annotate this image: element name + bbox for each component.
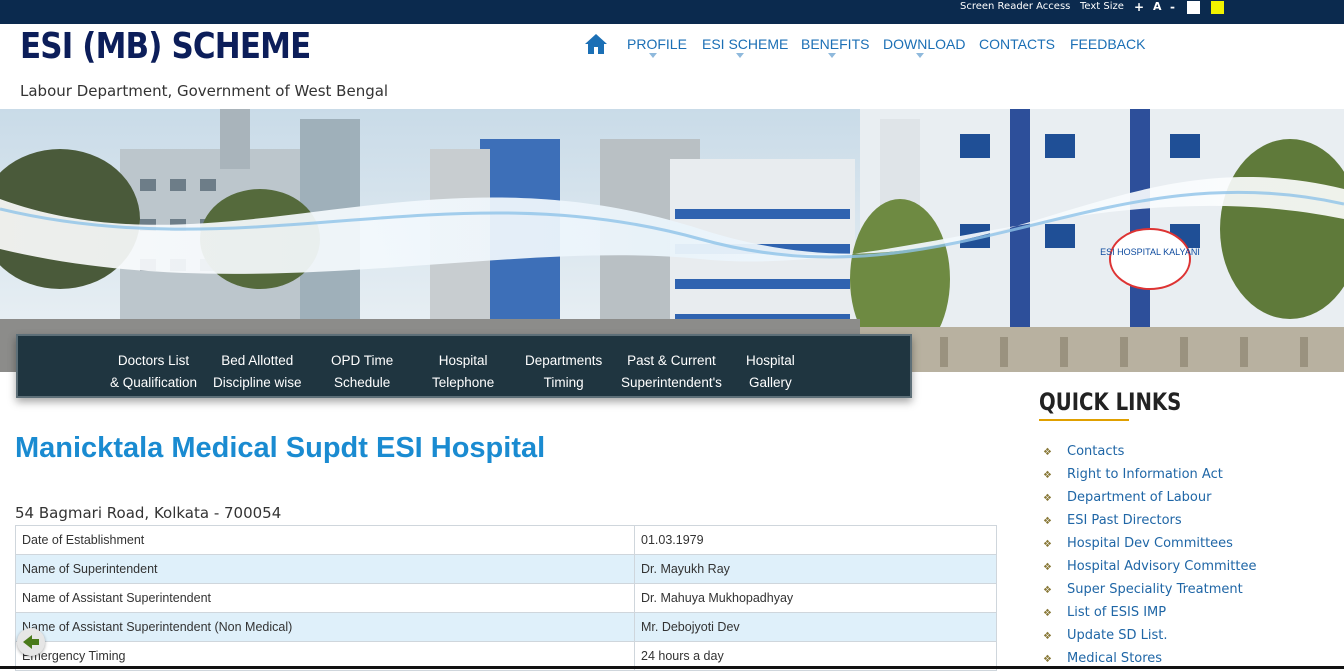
quick-link-label: Super Speciality Treatment (1067, 582, 1243, 597)
bullet-icon: ❖ (1043, 470, 1052, 481)
subnav-hospital-telephone-line2: Telephone (432, 375, 495, 390)
text-size-label: Text Size (1080, 1, 1124, 12)
bullet-icon: ❖ (1043, 562, 1052, 573)
nav-feedback[interactable]: FEEDBACK (1070, 36, 1145, 52)
bullet-icon: ❖ (1043, 654, 1052, 665)
nav-esi-scheme[interactable]: ESI SCHEME (702, 36, 788, 52)
subnav-bed-allotted[interactable]: Bed Allotted Discipline wise (213, 350, 302, 394)
hero-banner: ESI HOSPITAL KALYANI (0, 109, 1344, 372)
table-row: Date of Establishment 01.03.1979 (15, 525, 997, 555)
text-size-normal-button[interactable]: A (1153, 0, 1162, 13)
subnav-bed-allotted-line1: Bed Allotted (221, 353, 294, 368)
row-value: Mr. Debojyoti Dev (634, 612, 997, 642)
screen-reader-access-link[interactable]: Screen Reader Access (960, 1, 1070, 12)
row-label: Name of Superintendent (15, 554, 635, 584)
subnav-departments-timing-line1: Departments (525, 353, 603, 368)
page-title: Manicktala Medical Supdt ESI Hospital (15, 432, 546, 464)
quick-link-label: Hospital Advisory Committee (1067, 559, 1257, 574)
nav-download-caret-icon (916, 53, 924, 58)
quick-link-label: List of ESIS IMP (1067, 605, 1167, 620)
text-size-decrease-button[interactable]: - (1170, 0, 1175, 14)
quick-link-label: Contacts (1067, 444, 1125, 459)
subnav-departments-timing-line2: Timing (543, 375, 584, 390)
text-size-increase-button[interactable]: + (1134, 0, 1144, 14)
subnav-hospital-telephone[interactable]: Hospital Telephone (432, 350, 494, 394)
quick-links-title: QUICK LINKS (1039, 388, 1182, 416)
back-arrow-icon-bar (30, 639, 39, 645)
subnav-hospital-gallery[interactable]: Hospital Gallery (746, 350, 795, 394)
subnav-doctors-list-line1: Doctors List (117, 353, 190, 368)
subnav-opd-schedule-line1: OPD Time (331, 353, 394, 368)
quick-link-label: Update SD List. (1067, 628, 1168, 643)
subnav-opd-schedule[interactable]: OPD Time Schedule (331, 350, 393, 394)
subnav-doctors-list-line2: & Qualification (110, 375, 198, 390)
quick-links-underline (1039, 419, 1129, 421)
subnav-departments-timing[interactable]: Departments Timing (525, 350, 602, 394)
subnav-superintendents[interactable]: Past & Current Superintendent's (621, 350, 722, 394)
hospital-address: 54 Bagmari Road, Kolkata - 700054 (15, 504, 282, 522)
home-icon[interactable] (584, 33, 608, 55)
bullet-icon: ❖ (1043, 447, 1052, 458)
nav-benefits-caret-icon (828, 53, 836, 58)
nav-benefits[interactable]: BENEFITS (801, 36, 869, 52)
hospital-info-table: Date of Establishment 01.03.1979 Name of… (15, 525, 997, 671)
bullet-icon: ❖ (1043, 493, 1052, 504)
quick-link-label: ESI Past Directors (1067, 513, 1182, 528)
table-row: Name of Assistant Superintendent (Non Me… (15, 612, 997, 642)
back-arrow-button[interactable] (17, 628, 45, 656)
nav-contacts[interactable]: CONTACTS (979, 36, 1055, 52)
banner-signage: ESI HOSPITAL KALYANI (1100, 247, 1200, 257)
table-row: Name of Assistant Superintendent Dr. Mah… (15, 583, 997, 613)
bullet-icon: ❖ (1043, 631, 1052, 642)
subnav-superintendents-line2: Superintendent's (621, 375, 722, 390)
subnav-hospital-telephone-line1: Hospital (438, 353, 488, 368)
table-row: Name of Superintendent Dr. Mayukh Ray (15, 554, 997, 584)
bullet-icon: ❖ (1043, 608, 1052, 619)
quick-link-label: Right to Information Act (1067, 467, 1223, 482)
quick-link-label: Department of Labour (1067, 490, 1212, 505)
site-logo[interactable]: ESI (MB) SCHEME (20, 26, 311, 67)
site-subtitle: Labour Department, Government of West Be… (20, 82, 389, 100)
top-accessibility-bar: Screen Reader Access Text Size + A - (0, 0, 1344, 24)
subnav-hospital-gallery-line1: Hospital (746, 353, 795, 368)
nav-profile-caret-icon (649, 53, 657, 58)
subnav-opd-schedule-line2: Schedule (333, 375, 391, 390)
bullet-icon: ❖ (1043, 516, 1052, 527)
nav-profile[interactable]: PROFILE (627, 36, 687, 52)
bullet-icon: ❖ (1043, 585, 1052, 596)
row-value: 01.03.1979 (634, 525, 997, 555)
subnav-superintendents-line1: Past & Current (627, 353, 716, 368)
row-value: Dr. Mahuya Mukhopadhyay (634, 583, 997, 613)
nav-download[interactable]: DOWNLOAD (883, 36, 965, 52)
quick-link-label: Hospital Dev Committees (1067, 536, 1233, 551)
hero-banner-image: ESI HOSPITAL KALYANI (0, 109, 1344, 372)
subnav-bed-allotted-line2: Discipline wise (213, 375, 302, 390)
subnav-hospital-gallery-line2: Gallery (749, 375, 792, 390)
quick-link-label: Medical Stores (1067, 651, 1163, 666)
bullet-icon: ❖ (1043, 539, 1052, 550)
row-value: Dr. Mayukh Ray (634, 554, 997, 584)
subnav-doctors-list[interactable]: Doctors List & Qualification (110, 350, 197, 394)
theme-yellow-button[interactable] (1211, 1, 1224, 14)
theme-white-button[interactable] (1187, 1, 1200, 14)
row-label: Name of Assistant Superintendent (Non Me… (15, 612, 635, 642)
hospital-subnav: Doctors List & Qualification Bed Allotte… (16, 334, 912, 398)
row-label: Date of Establishment (15, 525, 635, 555)
nav-esi-scheme-caret-icon (736, 53, 744, 58)
row-label: Name of Assistant Superintendent (15, 583, 635, 613)
